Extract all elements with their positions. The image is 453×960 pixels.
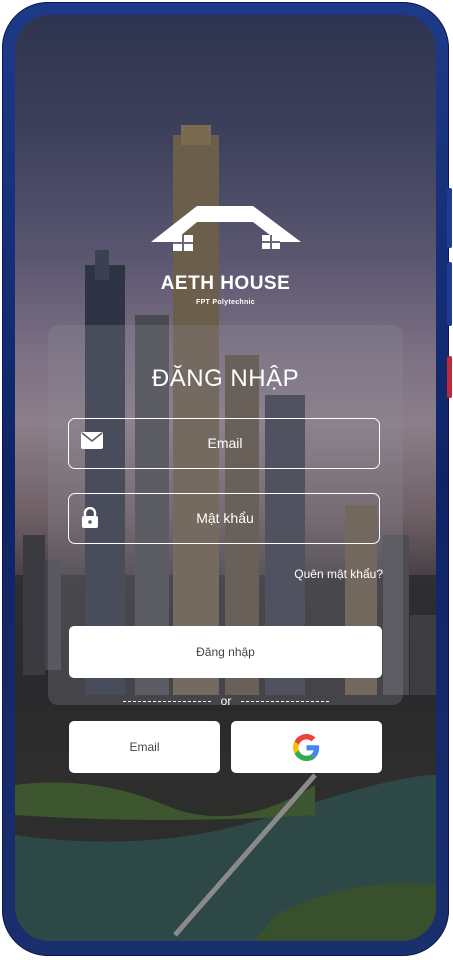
email-field-placeholder: Email <box>207 435 243 451</box>
password-field-placeholder: Mật khẩu <box>196 510 254 526</box>
phone-side-button <box>447 188 452 248</box>
google-logo-icon <box>293 734 320 761</box>
divider-line <box>241 701 329 702</box>
brand-name: AETH HOUSE <box>160 273 291 294</box>
house-logo-icon <box>151 206 301 251</box>
login-button[interactable]: Đăng nhập <box>69 626 382 678</box>
phone-side-button <box>447 262 452 326</box>
page-title: ĐĂNG NHẬP <box>151 365 300 392</box>
brand-subtitle: FPT Polytechnic <box>196 299 255 306</box>
or-divider: or <box>123 693 329 709</box>
forgot-password-link[interactable]: Quên mật khẩu? <box>271 567 383 581</box>
phone-side-button <box>447 356 452 398</box>
email-field[interactable]: Email <box>68 418 380 469</box>
email-login-button[interactable]: Email <box>69 721 220 773</box>
login-screen: AETH HOUSE FPT Polytechnic ĐĂNG NHẬP Ema… <box>15 15 436 941</box>
google-login-button[interactable] <box>231 721 382 773</box>
password-field[interactable]: Mật khẩu <box>68 493 380 544</box>
